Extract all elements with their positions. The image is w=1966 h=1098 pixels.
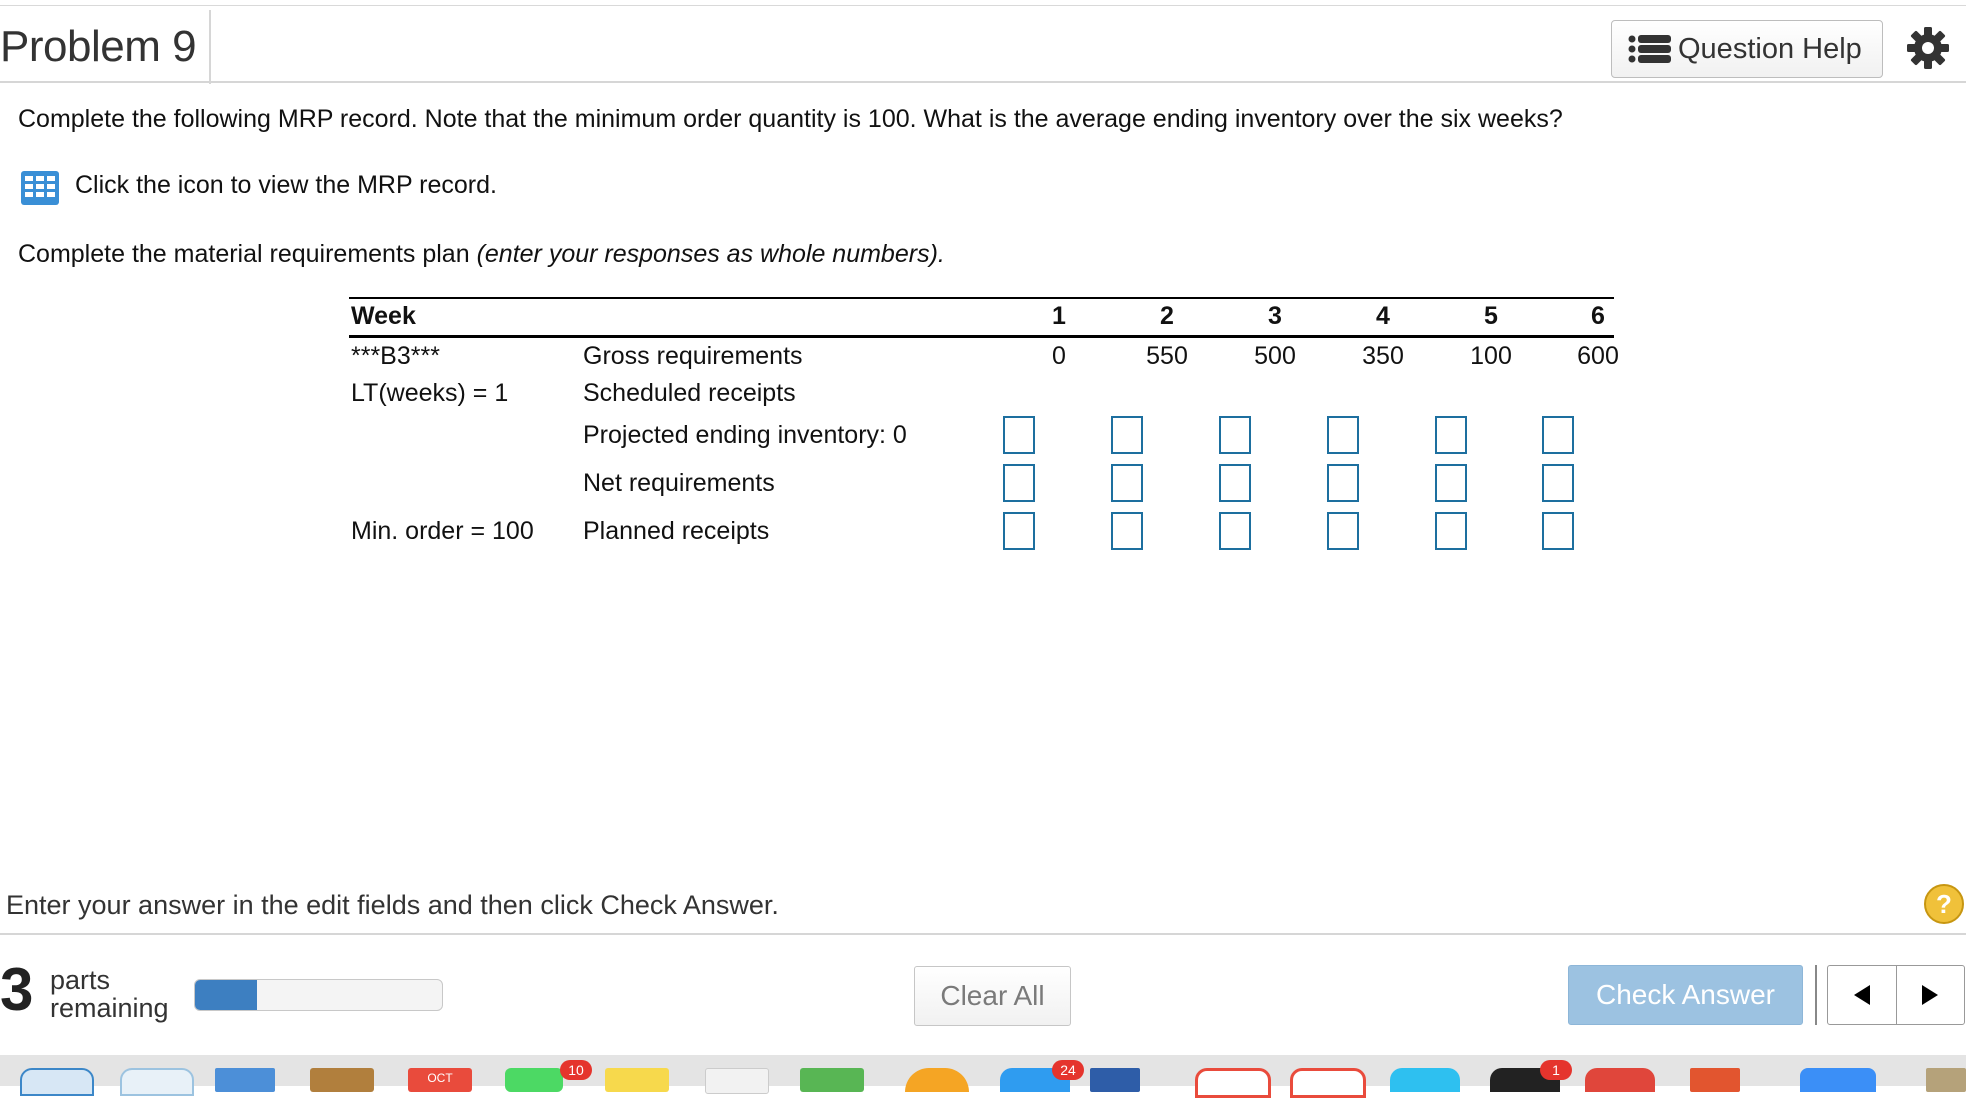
music-dock-icon[interactable]: [1290, 1068, 1366, 1098]
title-separator: [209, 10, 211, 84]
planned-receipts-week-1-input[interactable]: [1003, 512, 1035, 550]
planned-receipts-week-2-input[interactable]: [1111, 512, 1143, 550]
progress-bar-fill: [195, 980, 257, 1010]
chrome-dock-icon[interactable]: [1585, 1068, 1655, 1092]
question-help-label: Question Help: [1678, 32, 1862, 65]
next-question-button[interactable]: [1897, 966, 1965, 1024]
gross-week-5: 100: [1470, 342, 1512, 370]
net-requirements-week-1-input[interactable]: [1003, 464, 1035, 502]
instruction-text: Complete the material requirements plan: [18, 240, 477, 268]
textedit-dock-icon[interactable]: [705, 1068, 769, 1094]
week-6-header: 6: [1591, 302, 1605, 330]
gear-icon[interactable]: [1906, 26, 1950, 70]
messages-badge: 10: [560, 1060, 592, 1080]
question-nav: [1827, 965, 1965, 1025]
zoom-dock-icon[interactable]: [1800, 1068, 1876, 1092]
clear-all-button[interactable]: Clear All: [914, 966, 1071, 1026]
mail-dock-icon[interactable]: [215, 1068, 275, 1092]
stickies-dock-icon[interactable]: [605, 1068, 669, 1092]
list-icon: [1628, 35, 1671, 63]
calendar-dock-icon[interactable]: OCT: [408, 1068, 472, 1092]
planned-receipts-label: Planned receipts: [583, 517, 770, 545]
gross-week-3: 500: [1254, 342, 1296, 370]
projected-inventory-label: Projected ending inventory: 0: [583, 421, 907, 449]
instruction-line: Complete the material requirements plan …: [18, 240, 945, 269]
week-1-header: 1: [1052, 302, 1066, 330]
projected-inventory-week-3-input[interactable]: [1219, 416, 1251, 454]
gross-week-6: 600: [1577, 342, 1619, 370]
planned-receipts-week-5-input[interactable]: [1435, 512, 1467, 550]
week-4-header: 4: [1376, 302, 1390, 330]
net-requirements-week-6-input[interactable]: [1542, 464, 1574, 502]
gross-week-4: 350: [1362, 342, 1404, 370]
week-2-header: 2: [1160, 302, 1174, 330]
check-answer-button[interactable]: Check Answer: [1568, 965, 1803, 1025]
answer-instruction: Enter your answer in the edit fields and…: [6, 890, 779, 920]
scheduled-receipts-label: Scheduled receipts: [583, 379, 796, 407]
question-help-button[interactable]: Question Help: [1611, 20, 1883, 78]
gross-week-2: 550: [1146, 342, 1188, 370]
view-mrp-record-link[interactable]: Click the icon to view the MRP record.: [75, 171, 497, 200]
projected-inventory-week-6-input[interactable]: [1542, 416, 1574, 454]
button-separator: [1815, 965, 1817, 1025]
net-requirements-week-2-input[interactable]: [1111, 464, 1143, 502]
header: Problem 9 Question Help: [0, 6, 1966, 84]
week-5-header: 5: [1484, 302, 1498, 330]
notes-dock-icon[interactable]: [310, 1068, 374, 1092]
right-triangle-icon: [1922, 985, 1939, 1005]
question-prompt: Complete the following MRP record. Note …: [18, 105, 1563, 133]
net-requirements-week-3-input[interactable]: [1219, 464, 1251, 502]
page-title: Problem 9: [0, 22, 197, 71]
header-rule: [0, 81, 1966, 83]
instruction-note: (enter your responses as whole numbers).: [476, 240, 945, 268]
net-requirements-label: Net requirements: [583, 469, 775, 497]
dock-bar: [0, 1055, 1966, 1086]
parts-label-line-1: parts: [50, 965, 111, 995]
week-header: Week: [351, 302, 416, 330]
progress-bar: [194, 979, 443, 1011]
twitter-dock-icon[interactable]: [1390, 1068, 1460, 1092]
projected-inventory-week-4-input[interactable]: [1327, 416, 1359, 454]
table-header-rule: [349, 335, 1614, 338]
week-3-header: 3: [1268, 302, 1282, 330]
parts-remaining-count: 3: [0, 956, 34, 1023]
lead-time-label: LT(weeks) = 1: [351, 379, 509, 407]
parts-remaining-label: parts remaining: [50, 966, 169, 1022]
news-dock-icon[interactable]: [1195, 1068, 1271, 1098]
previous-question-button[interactable]: [1828, 966, 1896, 1024]
appstore-badge: 24: [1052, 1060, 1084, 1080]
net-requirements-week-4-input[interactable]: [1327, 464, 1359, 502]
gross-week-1: 0: [1052, 342, 1066, 370]
powerpoint-dock-icon[interactable]: [1690, 1068, 1740, 1092]
gross-requirements-label: Gross requirements: [583, 342, 803, 370]
table-grid-icon[interactable]: [20, 170, 60, 206]
projected-inventory-week-2-input[interactable]: [1111, 416, 1143, 454]
folder-dock-icon[interactable]: [1926, 1068, 1966, 1092]
item-code: ***B3***: [351, 342, 440, 370]
min-order-label: Min. order = 100: [351, 517, 534, 545]
numbers-dock-icon[interactable]: [800, 1068, 864, 1092]
net-requirements-week-5-input[interactable]: [1435, 464, 1467, 502]
parts-label-line-2: remaining: [50, 993, 169, 1023]
safari-dock-icon[interactable]: [20, 1068, 94, 1096]
help-icon[interactable]: ?: [1924, 884, 1964, 924]
table-top-rule: [349, 297, 1614, 299]
projected-inventory-week-5-input[interactable]: [1435, 416, 1467, 454]
planned-receipts-week-6-input[interactable]: [1542, 512, 1574, 550]
messages-dock-icon[interactable]: [505, 1068, 563, 1092]
left-triangle-icon: [1853, 985, 1870, 1005]
planned-receipts-week-4-input[interactable]: [1327, 512, 1359, 550]
projected-inventory-week-1-input[interactable]: [1003, 416, 1035, 454]
finder-dock-icon[interactable]: [120, 1068, 194, 1096]
planned-receipts-week-3-input[interactable]: [1219, 512, 1251, 550]
activity-badge: 1: [1540, 1060, 1572, 1080]
word-dock-icon[interactable]: [1090, 1068, 1140, 1092]
